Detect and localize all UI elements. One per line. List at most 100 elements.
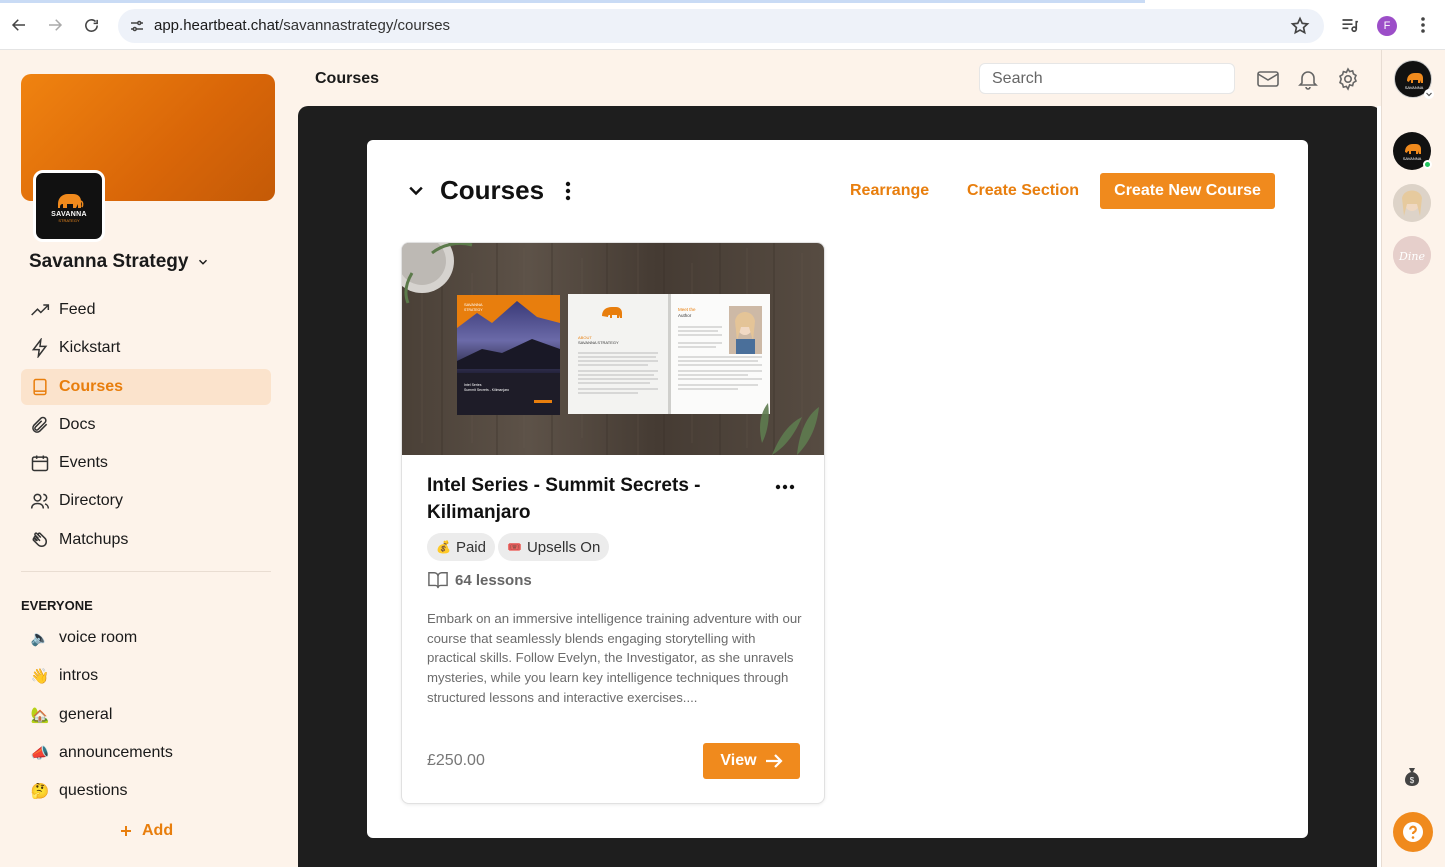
bell-icon[interactable] [1295, 66, 1321, 92]
calendar-icon [29, 452, 51, 474]
svg-text:Author: Author [678, 313, 692, 318]
course-card[interactable]: SAVANNA STRATEGY Intel Series Summit Sec… [401, 242, 825, 804]
open-book-icon [428, 572, 448, 589]
url-text[interactable]: app.heartbeat.chat/savannastrategy/cours… [154, 17, 450, 34]
plus-icon [121, 826, 131, 836]
nav-label: Feed [59, 301, 96, 318]
sidebar-divider [21, 571, 271, 572]
channel-voice-room[interactable]: 🔈 voice room [21, 620, 271, 656]
nav-label: Events [59, 454, 108, 472]
online-status-dot [1423, 160, 1432, 169]
lessons-count: 64 lessons [427, 570, 532, 590]
nav-label: Courses [59, 377, 124, 395]
add-channel-button[interactable]: Add [120, 822, 173, 840]
channel-label: intros [59, 667, 99, 685]
arrow-right-icon [765, 754, 783, 768]
course-options-icon[interactable] [774, 479, 796, 495]
thinking-emoji-icon: 🤔 [30, 783, 50, 801]
house-emoji-icon: 🏡 [30, 706, 50, 724]
speaker-emoji-icon: 🔈 [30, 630, 50, 647]
site-settings-icon[interactable] [128, 17, 146, 35]
url-path: /savannastrategy/courses [279, 17, 451, 34]
courses-section-header: Courses [406, 175, 578, 206]
main-nav: Feed Kickstart Courses Docs Events Direc… [21, 292, 271, 560]
cover-series-text: Intel Series [464, 383, 482, 387]
view-course-button[interactable]: View [703, 743, 800, 779]
rail-divider [1381, 50, 1382, 867]
community-logo[interactable]: SAVANNA STRATEGY [33, 170, 105, 242]
community-switcher[interactable]: Savanna Strategy [29, 251, 210, 273]
create-section-button[interactable]: Create Section [967, 182, 1079, 200]
community-avatar-dine[interactable]: Dine [1393, 236, 1431, 274]
svg-text:Dine: Dine [1398, 250, 1425, 263]
channel-label: questions [59, 782, 128, 800]
nav-label: Kickstart [59, 339, 121, 357]
browser-menu-icon[interactable] [1412, 14, 1434, 36]
svg-text:SAVANNA STRATEGY: SAVANNA STRATEGY [578, 340, 619, 345]
nav-item-docs[interactable]: Docs [21, 407, 271, 443]
nav-label: Directory [59, 492, 124, 510]
dine-logo-icon: Dine [1393, 236, 1431, 274]
nav-item-courses[interactable]: Courses [21, 368, 271, 405]
forward-icon[interactable] [43, 13, 67, 37]
reload-icon[interactable] [79, 13, 103, 37]
nav-item-feed[interactable]: Feed [21, 292, 271, 328]
browser-profile-avatar[interactable]: F [1377, 16, 1397, 36]
svg-text:SAVANNA: SAVANNA [1405, 85, 1424, 90]
add-label: Add [142, 822, 174, 839]
bookmark-star-icon[interactable] [1290, 16, 1310, 36]
nav-item-matchups[interactable]: Matchups [21, 522, 271, 558]
media-queue-icon[interactable] [1339, 14, 1361, 36]
channel-list: 🔈 voice room 👋 intros 🏡 general 📣 announ… [21, 620, 271, 811]
nav-item-directory[interactable]: Directory [21, 483, 271, 519]
help-icon [1403, 822, 1423, 842]
cover-brand-text: SAVANNA [464, 302, 483, 307]
users-icon [29, 490, 51, 512]
course-title[interactable]: Intel Series - Summit Secrets - Kilimanj… [427, 472, 727, 526]
tag-label: Paid [455, 538, 486, 556]
url-host: app.heartbeat.chat [154, 17, 280, 34]
right-rail: SAVANNA SAVANNA Dine $ [1381, 50, 1445, 867]
gear-icon[interactable] [1335, 66, 1361, 92]
profile-menu-chevron-icon[interactable] [1424, 89, 1434, 99]
channel-general[interactable]: 🏡 general [21, 697, 271, 733]
course-cover-image: SAVANNA STRATEGY Intel Series Summit Sec… [402, 243, 824, 455]
rearrange-button[interactable]: Rearrange [850, 182, 929, 200]
elephant-logo-icon [58, 193, 84, 208]
search-input[interactable] [979, 63, 1235, 94]
nav-item-kickstart[interactable]: Kickstart [21, 330, 271, 366]
course-description: Embark on an immersive intelligence trai… [427, 611, 802, 705]
tag-label: Upsells On [526, 538, 601, 556]
meet-author-text: Meet the [678, 307, 696, 312]
lessons-label: 64 lessons [455, 571, 532, 589]
collapse-chevron-icon[interactable] [406, 181, 426, 201]
bolt-icon [29, 337, 51, 359]
browser-toolbar: app.heartbeat.chat/savannastrategy/cours… [0, 0, 1445, 50]
mail-icon[interactable] [1255, 66, 1281, 92]
megaphone-emoji-icon: 📣 [30, 744, 50, 762]
community-avatar-person[interactable] [1393, 184, 1431, 222]
channel-section-label: EVERYONE [21, 598, 93, 613]
community-sidebar: SAVANNA STRATEGY Savanna Strategy Feed K… [0, 50, 298, 867]
nav-label: Docs [59, 415, 96, 433]
book-icon [29, 376, 51, 398]
paperclip-icon [29, 414, 51, 436]
address-bar[interactable]: app.heartbeat.chat/savannastrategy/cours… [118, 9, 1324, 43]
channel-questions[interactable]: 🤔 questions [21, 773, 271, 809]
money-bag-icon[interactable]: $ [1395, 760, 1429, 794]
clap-icon [29, 529, 51, 551]
logo-subtext: STRATEGY [58, 217, 80, 223]
create-new-course-button[interactable]: Create New Course [1100, 173, 1275, 209]
svg-text:SAVANNA: SAVANNA [1403, 156, 1422, 161]
section-options-icon[interactable] [558, 179, 578, 203]
courses-heading: Courses [440, 175, 545, 205]
back-icon[interactable] [7, 13, 31, 37]
help-button[interactable] [1393, 812, 1433, 852]
svg-text:Summit Secrets - Kilimanjaro: Summit Secrets - Kilimanjaro [464, 388, 509, 392]
nav-item-events[interactable]: Events [21, 445, 271, 481]
page-load-progress [0, 0, 1145, 3]
channel-intros[interactable]: 👋 intros [21, 658, 271, 694]
course-price: £250.00 [427, 752, 485, 769]
page-title: Courses [315, 70, 380, 87]
channel-announcements[interactable]: 📣 announcements [21, 735, 271, 771]
